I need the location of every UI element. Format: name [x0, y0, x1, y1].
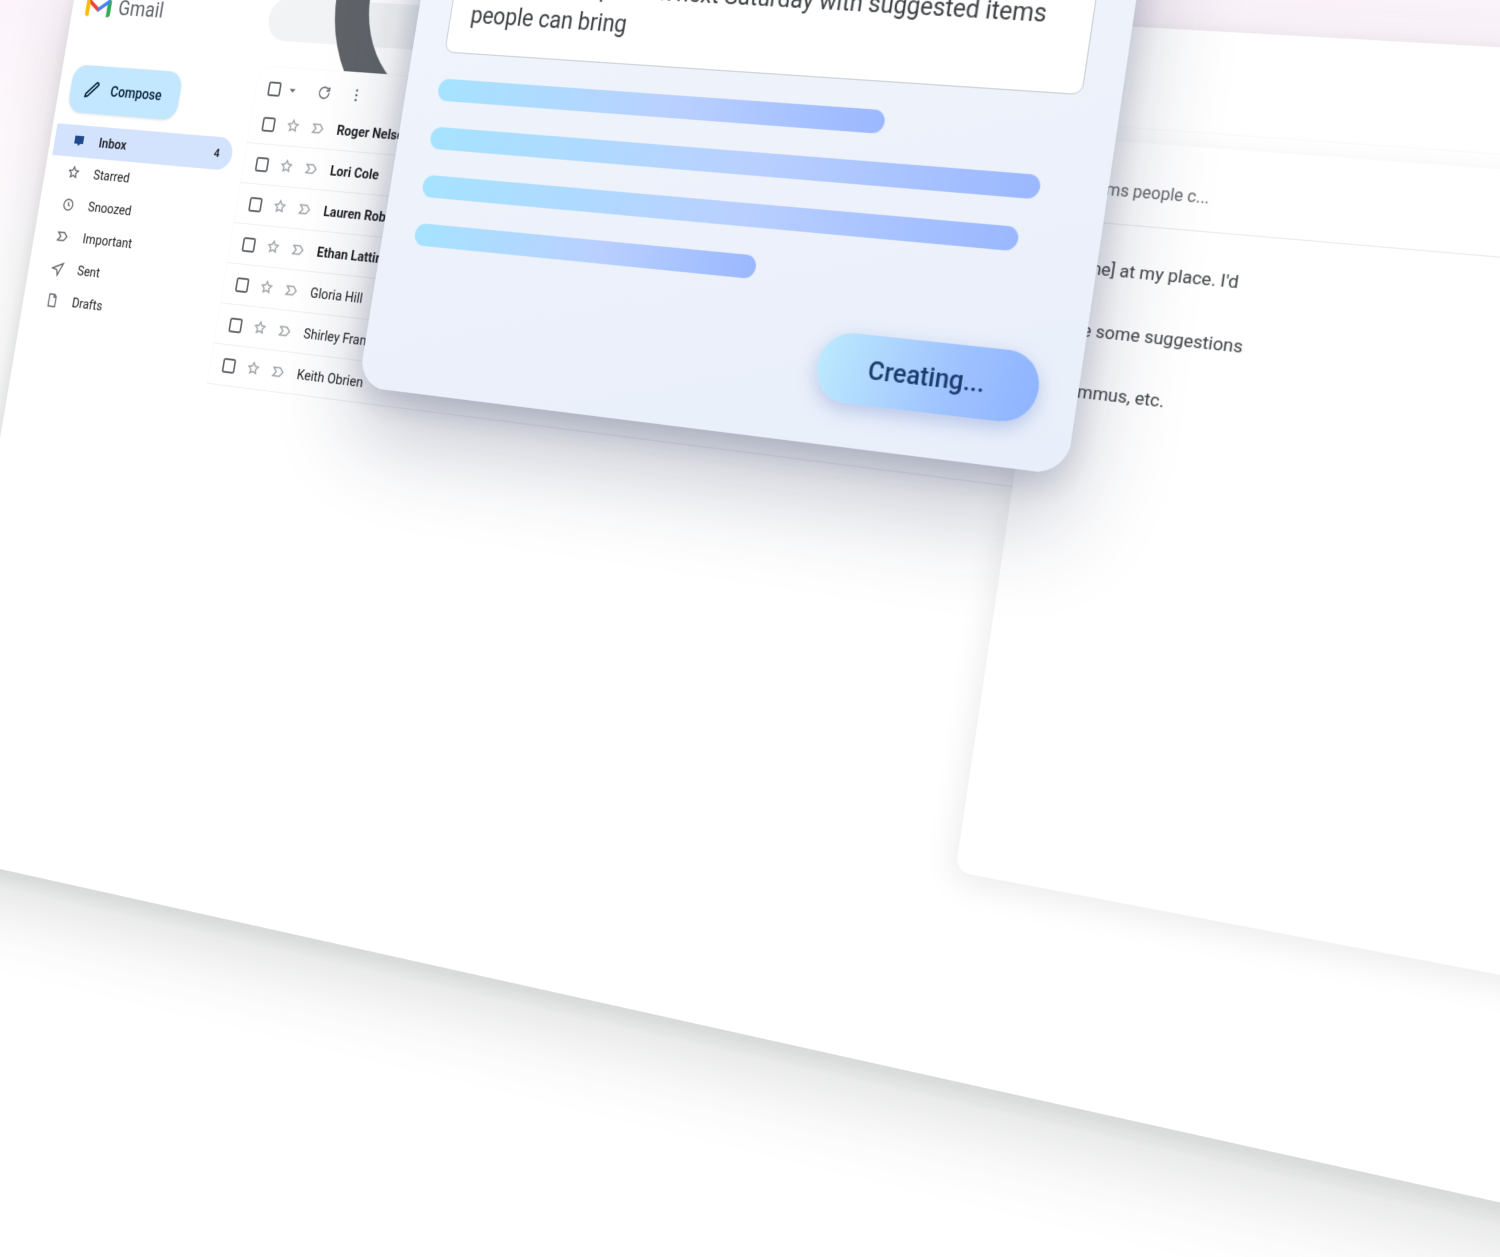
- sender-name: Lori Cole: [329, 162, 380, 183]
- loading-skeleton-line: [437, 78, 886, 134]
- star-icon: [66, 164, 82, 181]
- refresh-icon[interactable]: [316, 84, 333, 102]
- clock-icon: [60, 196, 76, 213]
- creating-button[interactable]: Creating...: [812, 330, 1044, 425]
- prompt-input[interactable]: an invite to a potluck next Saturday wit…: [444, 0, 1100, 95]
- app-name: Gmail: [117, 0, 166, 23]
- star-icon[interactable]: [258, 278, 275, 296]
- row-checkbox[interactable]: [228, 317, 243, 333]
- important-icon[interactable]: [284, 281, 301, 299]
- gmail-logo: Gmail: [84, 0, 165, 23]
- row-checkbox[interactable]: [222, 357, 237, 373]
- star-icon[interactable]: [245, 359, 262, 377]
- important-icon[interactable]: [297, 200, 314, 218]
- row-checkbox[interactable]: [255, 156, 270, 172]
- row-checkbox[interactable]: [248, 196, 263, 212]
- gmail-m-icon: [84, 0, 113, 19]
- row-checkbox[interactable]: [235, 277, 250, 293]
- sender-name: Gloria Hill: [309, 284, 364, 307]
- compose-button[interactable]: Compose: [67, 64, 184, 120]
- pencil-icon: [82, 79, 101, 100]
- star-icon[interactable]: [285, 117, 302, 135]
- star-icon[interactable]: [265, 238, 282, 256]
- star-icon[interactable]: [271, 198, 288, 216]
- star-icon[interactable]: [278, 157, 295, 175]
- important-icon: [55, 228, 71, 245]
- sender-name: Keith Obrien: [296, 365, 365, 390]
- compose-body-line: hummus, etc.: [1055, 373, 1500, 482]
- perspective-stage: Gmail Search in mail G Compose: [0, 0, 1500, 1257]
- more-icon[interactable]: [348, 86, 365, 104]
- draft-icon: [44, 292, 60, 310]
- inbox-icon: [71, 133, 87, 150]
- sidebar: Compose Inbox 4 Starred Snoozed Importan…: [21, 55, 252, 336]
- important-icon[interactable]: [303, 160, 320, 178]
- row-checkbox[interactable]: [261, 116, 276, 132]
- send-icon: [50, 260, 66, 277]
- important-icon[interactable]: [270, 362, 287, 380]
- important-icon[interactable]: [290, 241, 307, 259]
- select-all-checkbox[interactable]: [267, 80, 301, 99]
- star-icon[interactable]: [252, 319, 269, 337]
- row-checkbox[interactable]: [241, 236, 256, 252]
- important-icon[interactable]: [310, 119, 327, 137]
- loading-skeleton-line: [413, 223, 757, 279]
- chevron-down-icon: [284, 82, 301, 99]
- important-icon[interactable]: [277, 322, 294, 340]
